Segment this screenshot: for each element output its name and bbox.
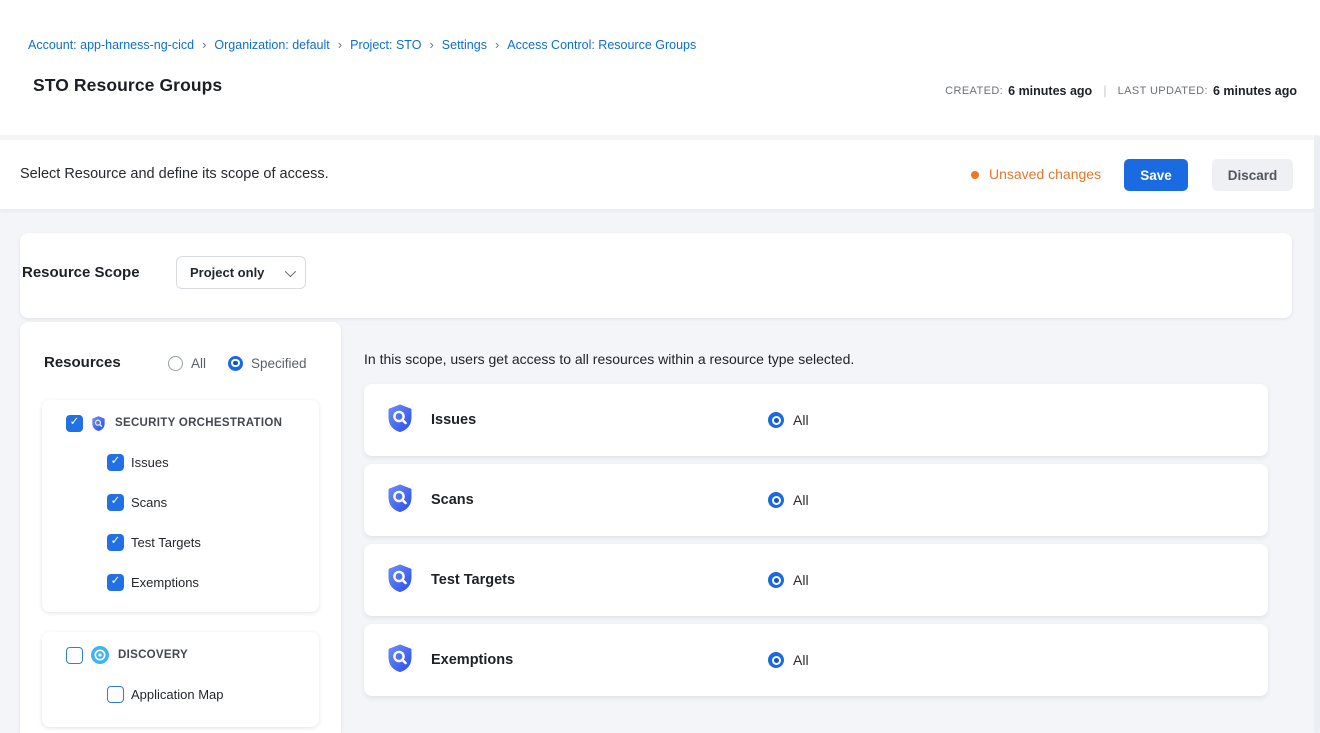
resource-item-test-targets[interactable]: Test Targets (42, 532, 319, 552)
scope-description: In this scope, users get access to all r… (364, 351, 854, 367)
shield-search-icon (386, 564, 414, 597)
radio-specified[interactable] (228, 356, 243, 371)
unsaved-changes-dot-icon (971, 171, 979, 179)
breadcrumb-project[interactable]: Project: STO (350, 38, 421, 52)
group-discovery: DISCOVERY Application Map (42, 632, 319, 727)
chevron-right-icon: › (487, 38, 507, 52)
created-value: 6 minutes ago (1008, 84, 1092, 98)
resource-item-exemptions[interactable]: Exemptions (42, 572, 319, 592)
chevron-right-icon: › (330, 38, 350, 52)
toolbar-description: Select Resource and define its scope of … (20, 166, 329, 182)
access-label: All (793, 652, 809, 668)
page-title: STO Resource Groups (33, 75, 222, 96)
radio-all-selected[interactable] (768, 492, 784, 508)
access-label: All (793, 572, 809, 588)
checkbox-test-targets[interactable] (107, 534, 124, 551)
breadcrumb-account[interactable]: Account: app-harness-ng-cicd (28, 38, 194, 52)
chevron-right-icon: › (421, 38, 441, 52)
last-updated-label: LAST UPDATED: (1118, 85, 1208, 97)
checkbox-application-map[interactable] (107, 686, 124, 703)
save-button[interactable]: Save (1124, 159, 1188, 191)
chevron-right-icon: › (194, 38, 214, 52)
card-label: Test Targets (431, 572, 515, 588)
created-label: CREATED: (945, 85, 1003, 97)
card-label: Issues (431, 412, 476, 428)
header-meta: CREATED: 6 minutes ago | LAST UPDATED: 6… (945, 83, 1297, 98)
group-header-row[interactable]: SECURITY ORCHESTRATION (42, 413, 319, 433)
chevron-down-icon (285, 265, 296, 276)
resources-panel: Resources All Specified SECURITY ORCHEST… (20, 322, 341, 733)
radio-all-selected[interactable] (768, 652, 784, 668)
access-label: All (793, 412, 809, 428)
card-label: Exemptions (431, 652, 513, 668)
shield-search-icon (386, 644, 414, 677)
item-label: Scans (131, 495, 167, 510)
shield-search-icon (386, 404, 414, 437)
checkbox-scans[interactable] (107, 494, 124, 511)
radio-all[interactable] (168, 356, 183, 371)
resources-title: Resources (44, 354, 121, 371)
meta-divider: | (1103, 83, 1106, 98)
unsaved-changes-label: Unsaved changes (989, 166, 1101, 182)
checkbox-discovery[interactable] (66, 647, 83, 664)
action-toolbar: Select Resource and define its scope of … (0, 140, 1315, 209)
shield-search-icon (386, 484, 414, 517)
page-header: Account: app-harness-ng-cicd › Organizat… (0, 0, 1320, 135)
access-label: All (793, 492, 809, 508)
vertical-scrollbar[interactable] (1314, 135, 1320, 733)
item-label: Application Map (131, 687, 224, 702)
resource-scope-selected-value: Project only (190, 265, 264, 280)
resource-item-application-map[interactable]: Application Map (42, 684, 319, 704)
radio-all-label: All (191, 356, 206, 371)
target-icon (91, 646, 109, 664)
access-radio-group: All (768, 412, 809, 428)
resource-item-issues[interactable]: Issues (42, 452, 319, 472)
access-radio-group: All (768, 652, 809, 668)
checkbox-issues[interactable] (107, 454, 124, 471)
resource-card-test-targets: Test Targets All (364, 544, 1268, 616)
resource-card-scans: Scans All (364, 464, 1268, 536)
group-header-row[interactable]: DISCOVERY (42, 645, 319, 665)
item-label: Issues (131, 455, 169, 470)
group-security-orchestration: SECURITY ORCHESTRATION Issues Scans Test… (42, 400, 319, 612)
access-radio-group: All (768, 492, 809, 508)
checkbox-exemptions[interactable] (107, 574, 124, 591)
resource-item-scans[interactable]: Scans (42, 492, 319, 512)
item-label: Exemptions (131, 575, 199, 590)
resource-scope-label: Resource Scope (22, 264, 140, 281)
group-label: DISCOVERY (118, 649, 188, 661)
breadcrumb-resource-groups[interactable]: Access Control: Resource Groups (507, 38, 696, 52)
resource-card-issues: Issues All (364, 384, 1268, 456)
resources-mode-radios: All Specified (168, 354, 307, 372)
radio-specified-label: Specified (251, 356, 307, 371)
last-updated-value: 6 minutes ago (1213, 84, 1297, 98)
group-label: SECURITY ORCHESTRATION (115, 417, 282, 429)
shield-search-icon (91, 416, 106, 431)
discard-button[interactable]: Discard (1212, 159, 1293, 191)
breadcrumb-settings[interactable]: Settings (442, 38, 487, 52)
radio-all-selected[interactable] (768, 572, 784, 588)
card-label: Scans (431, 492, 474, 508)
checkbox-security-orchestration[interactable] (66, 415, 83, 432)
resource-scope-card: Project only (20, 233, 1292, 318)
item-label: Test Targets (131, 535, 201, 550)
breadcrumb: Account: app-harness-ng-cicd › Organizat… (28, 37, 696, 53)
resource-card-exemptions: Exemptions All (364, 624, 1268, 696)
resource-scope-dropdown[interactable]: Project only (176, 256, 306, 289)
breadcrumb-organization[interactable]: Organization: default (214, 38, 329, 52)
access-radio-group: All (768, 572, 809, 588)
radio-all-selected[interactable] (768, 412, 784, 428)
